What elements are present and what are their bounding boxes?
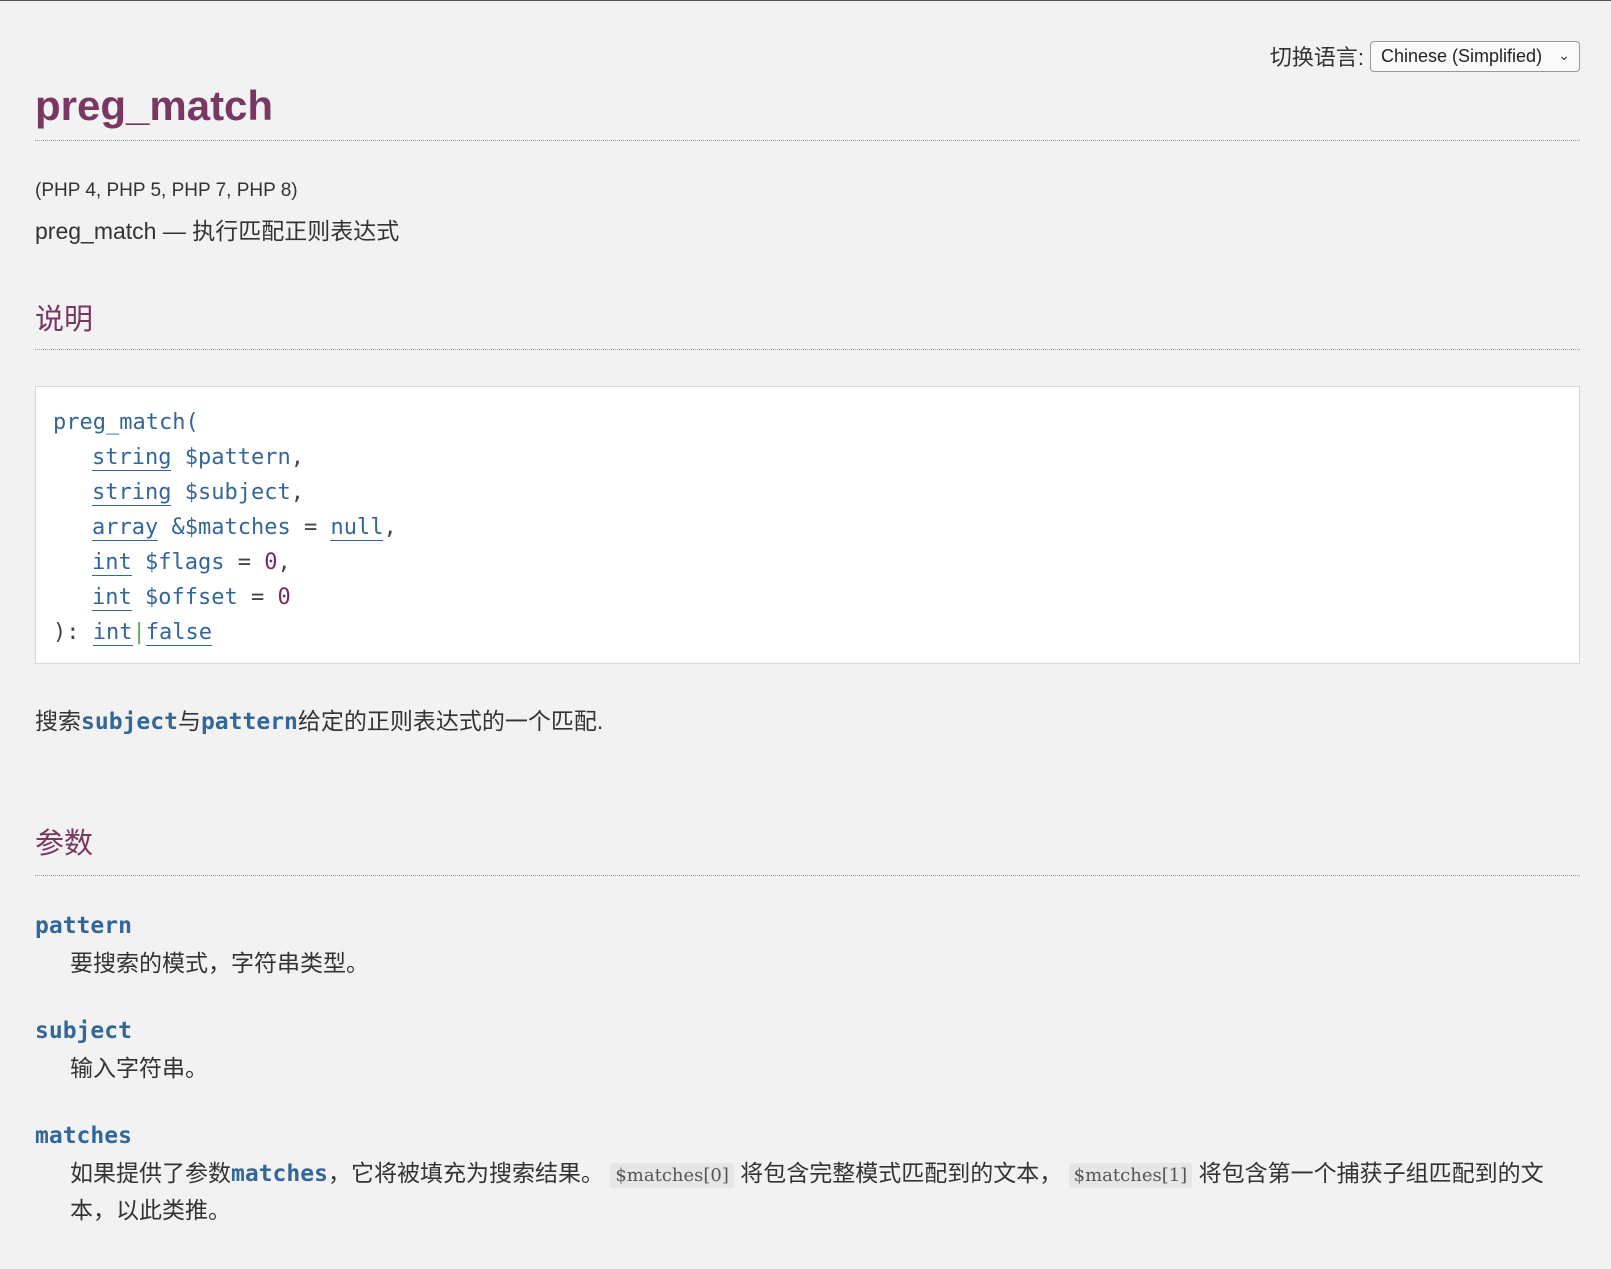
chevron-down-icon: ⌄ xyxy=(1558,46,1570,63)
equals-sign: = xyxy=(303,515,318,540)
matches-desc-mid1: ，它将被填充为搜索结果。 xyxy=(327,1160,611,1186)
desc-prefix: 搜索 xyxy=(35,708,81,734)
synopsis-return: ): int|false xyxy=(53,617,1562,652)
synopsis-param-flags: int $flags = 0, xyxy=(53,547,1562,582)
synopsis-param-matches: array &$matches = null, xyxy=(53,512,1562,547)
param-var: $subject xyxy=(184,480,291,505)
param-term-matches: matches xyxy=(35,1123,132,1149)
param-term-pattern: pattern xyxy=(35,913,132,939)
param-var: $flags xyxy=(145,550,225,575)
default-value: 0 xyxy=(277,585,291,610)
param-ref-matches: matches xyxy=(231,1161,328,1187)
language-select[interactable]: Chinese (Simplified) ⌄ xyxy=(1370,40,1580,72)
ref-purpose: preg_match — 执行匹配正则表达式 xyxy=(35,218,400,244)
union-pipe: | xyxy=(132,620,146,645)
default-value: 0 xyxy=(264,550,278,575)
param-var: $pattern xyxy=(184,445,291,470)
top-border xyxy=(0,0,1611,1)
null-link[interactable]: null xyxy=(330,515,384,541)
synopsis-param-offset: int $offset = 0 xyxy=(53,582,1562,617)
type-link-int[interactable]: int xyxy=(92,620,133,646)
language-selected-value: Chinese (Simplified) xyxy=(1381,45,1543,66)
parameters-heading: 参数 xyxy=(35,828,94,860)
description-divider xyxy=(35,349,1580,350)
type-link-int[interactable]: int xyxy=(92,550,132,576)
method-synopsis: preg_match( string $pattern, string $sub… xyxy=(35,386,1580,664)
param-var: &$matches xyxy=(171,515,291,540)
param-ref-subject: subject xyxy=(81,709,178,735)
param-comma: , xyxy=(290,445,304,470)
equals-sign: = xyxy=(250,585,265,610)
parameters-divider xyxy=(35,875,1580,876)
synopsis-fn-open: preg_match( xyxy=(53,410,199,435)
type-link-int[interactable]: int xyxy=(92,585,132,611)
param-var: $offset xyxy=(145,585,238,610)
inline-code: $matches[1] xyxy=(1068,1163,1193,1188)
php-versions: (PHP 4, PHP 5, PHP 7, PHP 8) xyxy=(35,180,298,201)
type-link-array[interactable]: array xyxy=(92,515,159,541)
synopsis-param-subject: string $subject, xyxy=(53,477,1562,512)
param-comma: , xyxy=(290,480,304,505)
param-def-pattern: 要搜索的模式，字符串类型。 xyxy=(70,950,369,976)
description-heading: 说明 xyxy=(35,304,94,336)
desc-mid: 与 xyxy=(177,708,201,734)
param-ref-pattern: pattern xyxy=(200,709,298,735)
matches-desc-mid2: 将包含完整模式匹配到的文本， xyxy=(733,1160,1069,1186)
matches-desc-prefix: 如果提供了参数 xyxy=(70,1160,231,1186)
equals-sign: = xyxy=(237,550,251,575)
param-term-subject: subject xyxy=(35,1018,132,1044)
synopsis-close: ): xyxy=(53,620,93,645)
param-def-matches: 如果提供了参数matches，它将被填充为搜索结果。 $matches[0] 将… xyxy=(70,1156,1550,1228)
title-divider xyxy=(35,140,1580,141)
param-def-subject: 输入字符串。 xyxy=(70,1055,208,1081)
type-link-false[interactable]: false xyxy=(145,620,212,646)
page-title: preg_match xyxy=(35,82,274,129)
type-link-string[interactable]: string xyxy=(92,445,172,471)
param-comma: , xyxy=(383,515,397,540)
synopsis-param-pattern: string $pattern, xyxy=(53,442,1562,477)
desc-suffix: 给定的正则表达式的一个匹配. xyxy=(297,708,604,734)
language-label: 切换语言: xyxy=(1269,45,1364,70)
inline-code: $matches[0] xyxy=(610,1163,734,1188)
param-comma: , xyxy=(277,550,291,575)
type-link-string[interactable]: string xyxy=(92,480,172,506)
language-switcher: 切换语言: Chinese (Simplified) ⌄ xyxy=(1270,40,1580,72)
description-text: 搜索subject与pattern给定的正则表达式的一个匹配. xyxy=(35,702,603,736)
